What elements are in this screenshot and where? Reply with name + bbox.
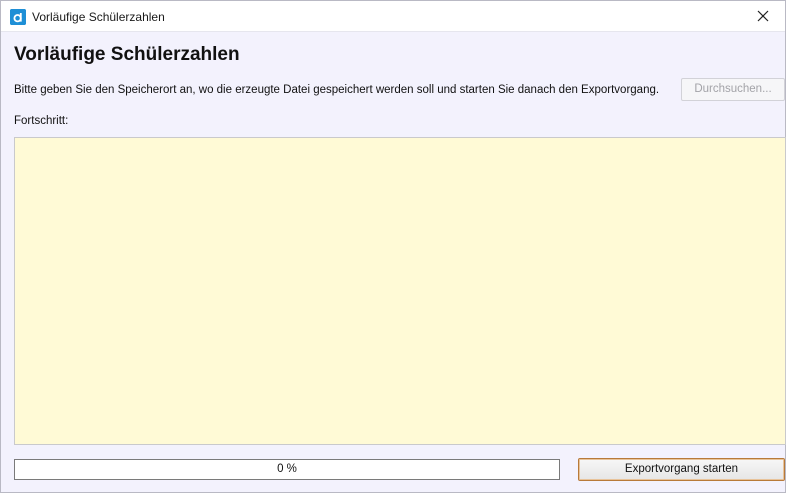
page-title: Vorläufige Schülerzahlen [14,44,240,65]
title-bar: Vorläufige Schülerzahlen [1,1,785,32]
progress-log-area[interactable] [14,137,786,445]
close-icon [757,10,769,22]
browse-button[interactable]: Durchsuchen... [681,78,785,101]
progress-label: Fortschritt: [14,115,69,127]
start-export-button[interactable]: Exportvorgang starten [578,458,785,481]
window-title: Vorläufige Schülerzahlen [32,10,165,24]
export-progress-bar: 0 % [14,459,560,480]
dialog-window: Vorläufige Schülerzahlen Vorläufige Schü… [0,0,786,493]
progress-percent: 0 % [277,463,297,475]
close-button[interactable] [741,1,785,32]
app-logo-icon [10,9,26,25]
instruction-text: Bitte geben Sie den Speicherort an, wo d… [14,84,660,96]
